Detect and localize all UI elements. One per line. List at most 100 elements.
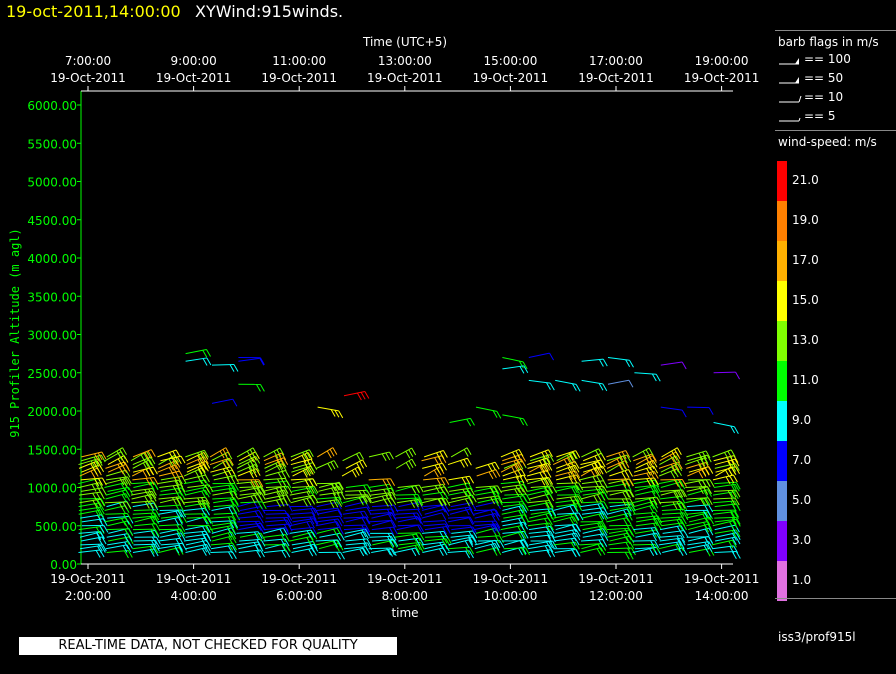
wind-barb-feather — [488, 471, 494, 480]
wind-barb-feather — [466, 458, 472, 466]
wind-barb-feather — [436, 478, 442, 486]
wind-barb-feather — [100, 498, 106, 506]
x-tick-date: 19-Oct-2011 — [578, 572, 654, 586]
speed-color-label: 13.0 — [792, 333, 819, 347]
wind-barb — [265, 513, 288, 515]
wind-barb-feather — [90, 470, 96, 479]
wind-barb-feather — [442, 450, 448, 458]
wind-barb-feather — [464, 540, 470, 549]
wind-barb-feather — [234, 475, 240, 483]
barb-legend-symbol — [779, 77, 799, 84]
speed-color-label: 7.0 — [792, 453, 812, 467]
wind-barb-feather — [419, 524, 425, 533]
wind-barb-feather — [180, 455, 186, 464]
wind-barb — [607, 356, 630, 361]
y-tick-label: 1500.00 — [27, 443, 77, 457]
wind-barb — [157, 464, 176, 473]
barb-legend-label: == 5 — [804, 109, 836, 123]
speed-color-label: 9.0 — [792, 413, 812, 427]
wind-barb-feather — [176, 456, 182, 465]
wind-barb-feather — [152, 500, 158, 509]
barb-legend-label: == 100 — [804, 52, 851, 66]
wind-barb-feather — [233, 364, 239, 372]
wind-barb — [237, 468, 257, 477]
quality-notice: REAL-TIME DATA, NOT CHECKED FOR QUALITY — [19, 637, 397, 655]
barb-legend-title: barb flags in m/s — [778, 35, 879, 49]
wind-barb-feather — [524, 514, 530, 523]
wind-barb-feather — [438, 484, 444, 493]
speed-color-label: 15.0 — [792, 293, 819, 307]
wind-barb — [266, 504, 289, 508]
wind-barb-feather — [417, 525, 423, 533]
x2-tick-time: 15:00:00 — [483, 54, 537, 68]
wind-barb-feather — [704, 504, 710, 513]
y-tick-label: 2500.00 — [27, 367, 77, 381]
wind-barb-feather — [574, 548, 580, 556]
wind-barb-feather — [735, 481, 741, 490]
wind-barb-feather — [628, 551, 634, 560]
speed-color-label: 1.0 — [792, 573, 812, 587]
x-tick-date: 19-Oct-2011 — [684, 572, 760, 586]
wind-barb-feather — [463, 459, 469, 467]
wind-barb — [609, 469, 629, 477]
wind-barb-feather — [91, 484, 97, 492]
wind-barb-feather — [521, 494, 527, 502]
wind-barb-feather — [735, 371, 741, 380]
wind-barb-feather — [494, 462, 500, 470]
wind-barb-feather — [381, 453, 387, 462]
wind-barb-feather — [433, 469, 439, 478]
y-tick-label: 500.00 — [35, 520, 77, 534]
x-axis-label: time — [391, 606, 418, 620]
x-tick-time: 12:00:00 — [589, 589, 643, 603]
wind-barb — [345, 459, 363, 469]
wind-barb — [290, 527, 313, 531]
wind-barb-feather — [308, 478, 314, 487]
wind-barb — [342, 451, 360, 462]
wind-barb — [634, 372, 657, 375]
wind-barb-feather — [359, 461, 365, 469]
wind-barb-feather — [206, 357, 212, 366]
wind-barb-feather — [411, 485, 416, 494]
wind-barb — [238, 357, 260, 362]
wind-barb-feather — [459, 460, 465, 468]
wind-barb-feather — [708, 504, 714, 513]
title-datetime: 19-oct-2011,14:00:00 — [6, 2, 181, 21]
x2-tick-time: 13:00:00 — [378, 54, 432, 68]
wind-barb — [238, 525, 260, 531]
wind-barb-feather — [471, 494, 477, 503]
barb-legend-row: == 5 — [777, 109, 887, 125]
wind-barb-feather — [99, 525, 105, 533]
wind-barb-feather — [283, 486, 289, 494]
wind-barb-feather — [701, 479, 707, 488]
speed-color-swatch — [777, 241, 787, 281]
wind-barb-feather — [408, 449, 414, 457]
wind-barb-feather — [127, 476, 132, 485]
wind-barb-feather — [392, 526, 398, 535]
wind-barb-feather — [464, 507, 470, 516]
wind-barb — [473, 509, 496, 511]
wind-barb-feather — [312, 478, 318, 486]
wind-barb-feather — [656, 497, 662, 505]
wind-barb-feather — [469, 546, 475, 555]
wind-barb-feather — [709, 479, 715, 488]
wind-barb — [316, 460, 335, 469]
wind-barb-feather — [624, 528, 630, 536]
speed-color-swatch — [777, 321, 787, 361]
x-tick-date: 19-Oct-2011 — [50, 572, 126, 586]
wind-barb-feather — [284, 527, 290, 535]
wind-barb — [263, 447, 281, 458]
title-product: XYWind:915winds. — [195, 2, 344, 21]
wind-barb — [345, 506, 367, 511]
wind-barb-feather — [622, 491, 628, 500]
wind-barb-feather — [287, 504, 293, 512]
wind-barb-feather — [260, 539, 266, 547]
wind-barb-feather — [128, 528, 134, 537]
x2-tick-time: 7:00:00 — [65, 54, 111, 68]
wind-barb-feather — [327, 463, 333, 471]
wind-barb-feather — [469, 476, 475, 484]
y-tick-label: 3500.00 — [27, 290, 77, 304]
wind-barb-feather — [95, 550, 101, 558]
wind-barb — [395, 516, 418, 519]
y-tick-label: 4500.00 — [27, 214, 77, 228]
wind-barb-feather — [626, 525, 632, 533]
